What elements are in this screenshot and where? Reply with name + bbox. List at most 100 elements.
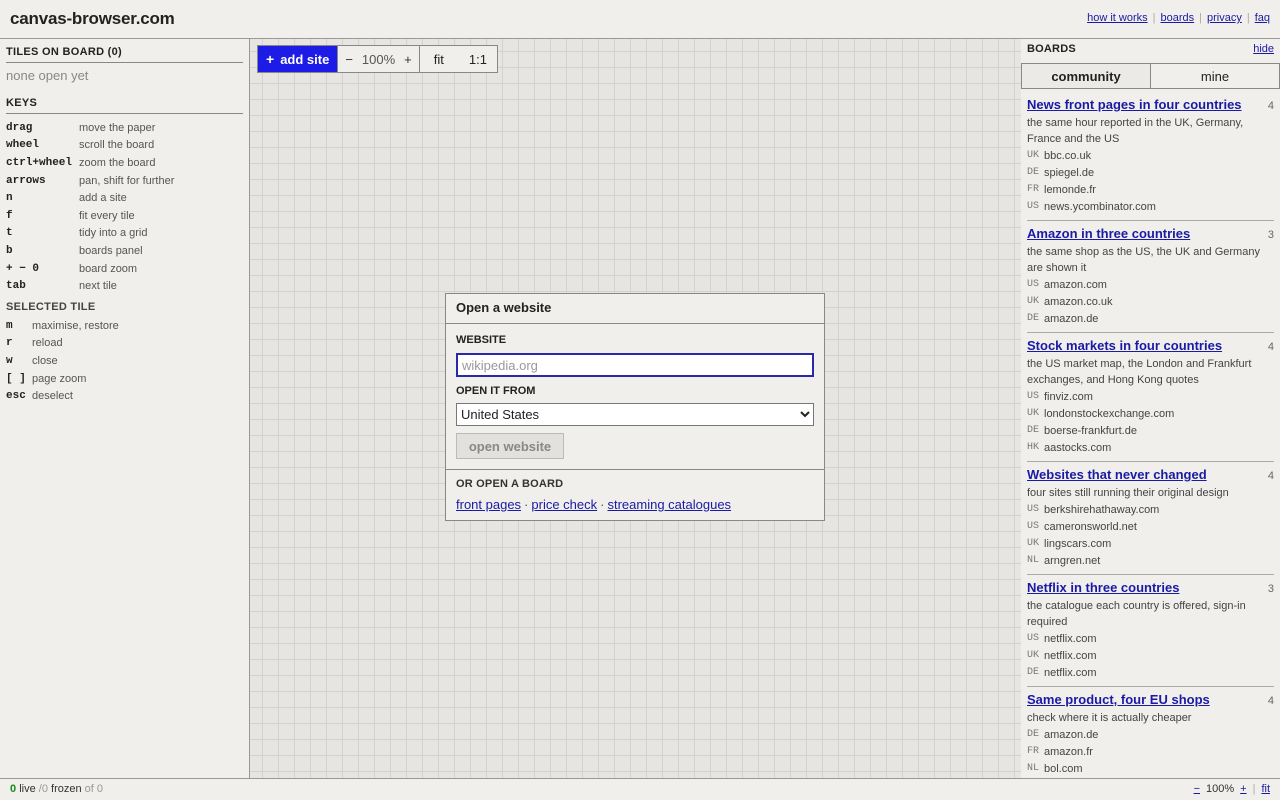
site-domain: londonstockexchange.com xyxy=(1044,407,1175,420)
country-code: FR xyxy=(1027,746,1040,757)
footer-fit-button[interactable]: fit xyxy=(1261,783,1270,795)
board-site-count: 4 xyxy=(1267,470,1274,482)
board-description: the same shop as the US, the UK and Germ… xyxy=(1027,246,1260,274)
board-title-link[interactable]: Netflix in three countries xyxy=(1027,580,1179,595)
website-input[interactable] xyxy=(456,353,814,377)
country-code: DE xyxy=(1027,313,1040,324)
board-card: News front pages in four countries 4 the s… xyxy=(1027,97,1274,221)
board-link-streaming-catalogues[interactable]: streaming catalogues xyxy=(607,497,731,512)
footer-zoom-out-button[interactable]: − xyxy=(1194,783,1200,795)
boards-panel: BOARDS hide community mine News front pa… xyxy=(1021,39,1280,778)
country-code: NL xyxy=(1027,763,1040,774)
nav-faq[interactable]: faq xyxy=(1255,12,1270,24)
footer-zoom-in-button[interactable]: + xyxy=(1240,783,1246,795)
board-site-item: US berkshirehathaway.com xyxy=(1027,501,1274,518)
tab-mine[interactable]: mine xyxy=(1151,63,1280,89)
board-title-link[interactable]: Websites that never changed xyxy=(1027,467,1207,482)
board-card: Stock markets in four countries 4 the US m… xyxy=(1027,338,1274,462)
board-site-item: UK amazon.co.uk xyxy=(1027,293,1274,310)
open-website-button[interactable]: open website xyxy=(456,433,564,459)
site-domain: amazon.com xyxy=(1044,278,1107,291)
nav-how-it-works[interactable]: how it works xyxy=(1087,12,1148,24)
board-site-item: US amazon.com xyxy=(1027,276,1274,293)
key-description: scroll the board xyxy=(79,139,155,152)
top-nav: how it works | boards | privacy | faq xyxy=(1087,12,1270,24)
key-description: board zoom xyxy=(79,262,138,275)
key-description: page zoom xyxy=(32,372,87,385)
board-site-item: FR lemonde.fr xyxy=(1027,181,1274,198)
key-row: r reload xyxy=(6,335,243,353)
board-canvas[interactable]: + add site − 100% + fit 1:1 Open a websi… xyxy=(250,39,1021,778)
site-domain: lingscars.com xyxy=(1044,537,1112,550)
site-domain: news.ycombinator.com xyxy=(1044,200,1156,213)
site-domain: amazon.fr xyxy=(1044,745,1093,758)
fit-button[interactable]: fit xyxy=(420,52,459,67)
zoom-controls: − 100% + xyxy=(338,46,418,72)
site-domain: bol.com xyxy=(1044,762,1083,775)
one-to-one-button[interactable]: 1:1 xyxy=(459,52,497,67)
key-combo: f xyxy=(6,209,13,222)
board-title-link[interactable]: Stock markets in four countries xyxy=(1027,338,1222,353)
board-site-item: NL bol.com xyxy=(1027,760,1274,777)
key-combo: drag xyxy=(6,121,33,134)
board-title-link[interactable]: Amazon in three countries xyxy=(1027,226,1190,241)
country-code: DE xyxy=(1027,167,1040,178)
country-code: US xyxy=(1027,279,1040,290)
nav-privacy[interactable]: privacy xyxy=(1207,12,1242,24)
board-quick-links: front pages · price check · streaming catalo… xyxy=(456,497,732,512)
board-link-front-pages[interactable]: front pages xyxy=(456,497,521,512)
board-description: the US market map, the London and Frankf… xyxy=(1027,358,1252,386)
website-label: WEBSITE xyxy=(456,334,507,346)
site-domain: bbc.co.uk xyxy=(1044,149,1092,162)
key-row: n add a site xyxy=(6,189,243,207)
hide-boards-link[interactable]: hide xyxy=(1253,43,1274,59)
tab-community[interactable]: community xyxy=(1021,63,1151,89)
key-combo: esc xyxy=(6,390,26,403)
key-row: drag move the paper xyxy=(6,119,243,137)
board-site-item: UK lingscars.com xyxy=(1027,535,1274,552)
site-domain: netflix.com xyxy=(1044,632,1097,645)
country-select[interactable]: United States xyxy=(456,403,814,426)
footer-zoom-level: 100% xyxy=(1206,783,1235,795)
board-title-link[interactable]: Same product, four EU shops xyxy=(1027,692,1210,707)
no-tiles-message: none open yet xyxy=(6,68,89,83)
board-site-count: 4 xyxy=(1267,100,1274,112)
board-site-count: 4 xyxy=(1267,341,1274,353)
country-code: NL xyxy=(1027,555,1040,566)
key-description: move the paper xyxy=(79,121,156,134)
open-from-label: OPEN IT FROM xyxy=(456,385,536,397)
key-row: w close xyxy=(6,352,243,370)
board-card: Same product, four EU shops 4 check where … xyxy=(1027,692,1274,778)
board-site-count: 4 xyxy=(1267,695,1274,707)
key-combo: r xyxy=(6,337,13,350)
zoom-out-button[interactable]: − xyxy=(338,52,360,67)
board-site-item: US netflix.com xyxy=(1027,630,1274,647)
country-code: DE xyxy=(1027,667,1040,678)
key-description: zoom the board xyxy=(79,156,156,169)
zoom-in-button[interactable]: + xyxy=(397,52,419,67)
board-description: the catalogue each country is offered, s… xyxy=(1027,600,1246,628)
country-code: DE xyxy=(1027,729,1040,740)
dialog-title: Open a website xyxy=(446,294,824,324)
key-combo: wheel xyxy=(6,139,40,152)
nav-boards[interactable]: boards xyxy=(1161,12,1195,24)
site-domain: spiegel.de xyxy=(1044,166,1095,179)
open-board-label: OR OPEN A BOARD xyxy=(456,478,564,490)
country-code: US xyxy=(1027,201,1040,212)
selected-tile-heading: SELECTED TILE xyxy=(6,300,96,313)
key-combo: t xyxy=(6,227,13,240)
board-site-item: UK netflix.com xyxy=(1027,647,1274,664)
board-title-link[interactable]: News front pages in four countries xyxy=(1027,97,1242,112)
board-site-item: FR amazon.fr xyxy=(1027,743,1274,760)
key-description: tidy into a grid xyxy=(79,227,148,240)
key-combo: tab xyxy=(6,280,26,293)
site-domain: finviz.com xyxy=(1044,390,1093,403)
zoom-level: 100% xyxy=(361,51,396,67)
site-domain: boerse-frankfurt.de xyxy=(1044,424,1137,437)
site-logo[interactable]: canvas-browser.com xyxy=(10,9,175,29)
key-row: t tidy into a grid xyxy=(6,225,243,243)
boards-heading: BOARDS xyxy=(1027,43,1076,55)
board-link-price-check[interactable]: price check xyxy=(531,497,597,512)
board-site-item: DE boerse-frankfurt.de xyxy=(1027,422,1274,439)
add-site-button[interactable]: + add site xyxy=(258,46,339,72)
